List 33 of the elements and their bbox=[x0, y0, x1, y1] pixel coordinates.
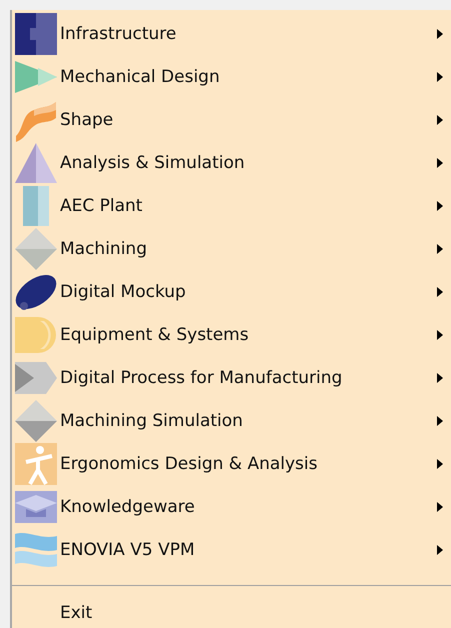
menu-item[interactable]: Machining Simulation bbox=[12, 399, 451, 442]
menu-item-label: Shape bbox=[59, 110, 114, 130]
menu-item-label: Analysis & Simulation bbox=[59, 152, 246, 172]
menu-item[interactable]: Ergonomics Design & Analysis bbox=[12, 442, 451, 485]
menu-item[interactable]: Digital Process for Manufacturing bbox=[12, 356, 451, 399]
menu-item-label: Equipment & Systems bbox=[59, 324, 250, 344]
menu-item-label: Machining Simulation bbox=[59, 410, 244, 430]
menu-item-label: Digital Mockup bbox=[59, 282, 187, 302]
menu-item[interactable]: Digital Mockup bbox=[12, 270, 451, 313]
menu-item-label: Infrastructure bbox=[59, 24, 178, 44]
diamond-icon bbox=[14, 226, 58, 270]
menu-item-label: Digital Process for Manufacturing bbox=[59, 368, 344, 388]
menu-item[interactable]: Mechanical Design bbox=[12, 55, 451, 98]
pyramid-icon bbox=[14, 140, 58, 184]
figure-icon bbox=[14, 442, 58, 486]
menu-item[interactable]: ENOVIA V5 VPM bbox=[12, 528, 451, 571]
menu-item[interactable]: Machining bbox=[12, 227, 451, 270]
menu-item-label: ENOVIA V5 VPM bbox=[59, 540, 196, 560]
menu-item[interactable]: Infrastructure bbox=[12, 12, 451, 55]
menu-item[interactable]: Analysis & Simulation bbox=[12, 141, 451, 184]
menu-item-label: Exit bbox=[59, 603, 94, 623]
blocks-icon bbox=[14, 12, 58, 56]
menu-item-label: Mechanical Design bbox=[59, 66, 221, 86]
menu-item[interactable]: Equipment & Systems bbox=[12, 313, 451, 356]
menu-item[interactable]: Knowledgeware bbox=[12, 485, 451, 528]
menu-item-label: Machining bbox=[59, 238, 148, 258]
menu-item-label: Ergonomics Design & Analysis bbox=[59, 454, 318, 474]
diamond-icon bbox=[14, 398, 58, 442]
menu-item-label: Knowledgeware bbox=[59, 496, 196, 516]
menu-item[interactable]: Shape bbox=[12, 98, 451, 141]
menu-item-label: AEC Plant bbox=[59, 196, 144, 216]
menu-item[interactable]: AEC Plant bbox=[12, 184, 451, 227]
menu-item[interactable]: Exit bbox=[12, 594, 451, 628]
